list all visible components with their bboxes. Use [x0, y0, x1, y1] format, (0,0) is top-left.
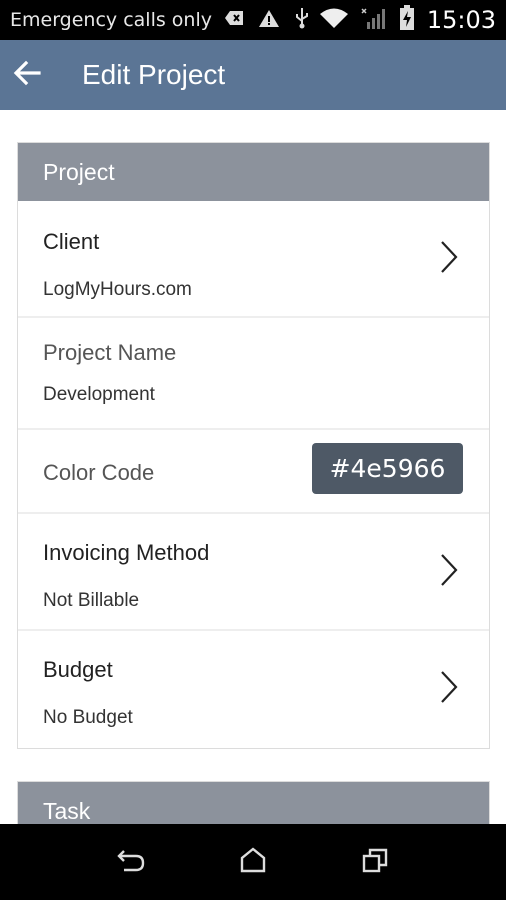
nav-home-button[interactable] [223, 832, 283, 892]
chevron-right-icon [439, 552, 459, 593]
app-bar: Edit Project [0, 40, 506, 110]
usb-icon [294, 7, 310, 33]
project-name-row[interactable]: Project Name Development [18, 318, 489, 430]
invoicing-method-row[interactable]: Invoicing Method Not Billable [18, 514, 489, 631]
budget-value: No Budget [43, 707, 133, 728]
home-icon [239, 846, 267, 878]
warning-icon [258, 9, 280, 32]
wifi-icon [319, 7, 349, 33]
budget-row[interactable]: Budget No Budget [18, 631, 489, 747]
nav-recents-button[interactable] [345, 832, 405, 892]
task-section-header: Task [18, 782, 489, 824]
project-section-header: Project [18, 143, 489, 201]
color-code-row: Color Code #4e5966 [18, 430, 489, 514]
client-row[interactable]: Client LogMyHours.com [18, 201, 489, 318]
notification-icons [224, 7, 310, 33]
back-icon [116, 848, 146, 877]
content-area: Project Client LogMyHours.com Project Na… [0, 110, 506, 824]
battery-charging-icon [399, 5, 415, 35]
system-icons: 15:03 [319, 5, 496, 35]
sms-failed-icon [224, 10, 244, 30]
recents-icon [361, 847, 389, 878]
task-card: Task [17, 781, 490, 824]
budget-label: Budget [43, 657, 113, 682]
chevron-right-icon [439, 239, 459, 280]
invoicing-method-value: Not Billable [43, 590, 140, 611]
client-label: Client [43, 229, 100, 254]
client-value: LogMyHours.com [43, 279, 192, 300]
arrow-back-icon [13, 60, 41, 91]
project-name-label: Project Name [43, 340, 177, 365]
no-signal-icon [361, 6, 387, 34]
navigation-bar [0, 824, 506, 900]
chevron-right-icon [439, 669, 459, 710]
invoicing-method-label: Invoicing Method [43, 540, 210, 565]
project-name-value[interactable]: Development [43, 384, 155, 406]
color-code-button[interactable]: #4e5966 [312, 443, 463, 494]
page-title: Edit Project [82, 59, 226, 90]
status-bar: Emergency calls only 15:03 [0, 0, 506, 40]
nav-back-button[interactable] [101, 832, 161, 892]
color-code-label: Color Code [43, 460, 155, 485]
carrier-text: Emergency calls only [10, 9, 212, 31]
back-button[interactable] [0, 40, 54, 110]
clock: 15:03 [426, 6, 496, 34]
project-card: Project Client LogMyHours.com Project Na… [17, 142, 490, 749]
